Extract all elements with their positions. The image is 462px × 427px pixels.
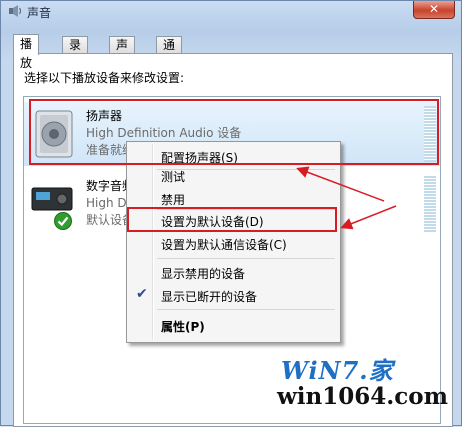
instruction-text: 选择以下播放设备来修改设置: [24,71,185,85]
watermark-site: win1064.com [277,383,448,410]
device-name: 扬声器 [86,109,123,123]
volume-meter [424,106,436,162]
menu-item-properties[interactable]: 属性(P) [129,314,338,336]
menu-separator [157,309,335,310]
tab-sounds[interactable]: 声音 [109,36,136,69]
window-title: 声音 [27,6,52,20]
menu-item-label: 设置为默认通信设备(C) [161,238,287,252]
default-check-icon [54,212,72,230]
speaker-icon [35,110,73,158]
watermark-brand: WiN7.家 [281,356,394,385]
menu-item-show-disabled[interactable]: 显示禁用的设备 [129,261,338,283]
device-driver: High Definition Audio 设备 [86,126,242,140]
menu-item-disable[interactable]: 禁用 [129,187,338,209]
volume-meter [424,176,436,232]
menu-item-label: 属性(P) [161,320,205,334]
watermark: WiN7.家 win1064.com [273,351,448,421]
tab-playback[interactable]: 播放 [13,34,40,70]
menu-item-label: 设置为默认设备(D) [161,215,264,229]
menu-item-show-disconnected[interactable]: ✔ 显示已断开的设备 [129,284,338,306]
menu-item-set-default-communication[interactable]: 设置为默认通信设备(C) [129,232,338,254]
menu-separator [157,258,335,259]
menu-item-label: 禁用 [161,193,186,207]
tab-communications[interactable]: 通信 [156,36,183,69]
menu-item-label: 测试 [161,170,186,184]
speaker-icon [9,5,22,17]
menu-item-label: 显示禁用的设备 [161,267,246,281]
tab-label: 播放 [20,37,33,70]
tab-recording[interactable]: 录制 [62,36,89,69]
close-button[interactable]: ✕ [413,1,455,19]
title-bar[interactable]: 声音 ✕ [1,1,461,23]
sound-dialog: 声音 ✕ 播放 录制 声音 通信 选择以下播放设备来修改设置: [0,0,462,427]
menu-item-set-default[interactable]: 设置为默认设备(D) [129,209,338,231]
menu-item-label: 显示已断开的设备 [161,290,258,304]
close-icon: ✕ [428,2,440,16]
menu-item-test[interactable]: 测试 [129,164,338,186]
context-menu: 配置扬声器(S) 测试 禁用 设置为默认设备(D) 设置为默认通信设备(C) 显… [126,141,341,343]
checkmark-icon: ✔ [136,286,148,302]
